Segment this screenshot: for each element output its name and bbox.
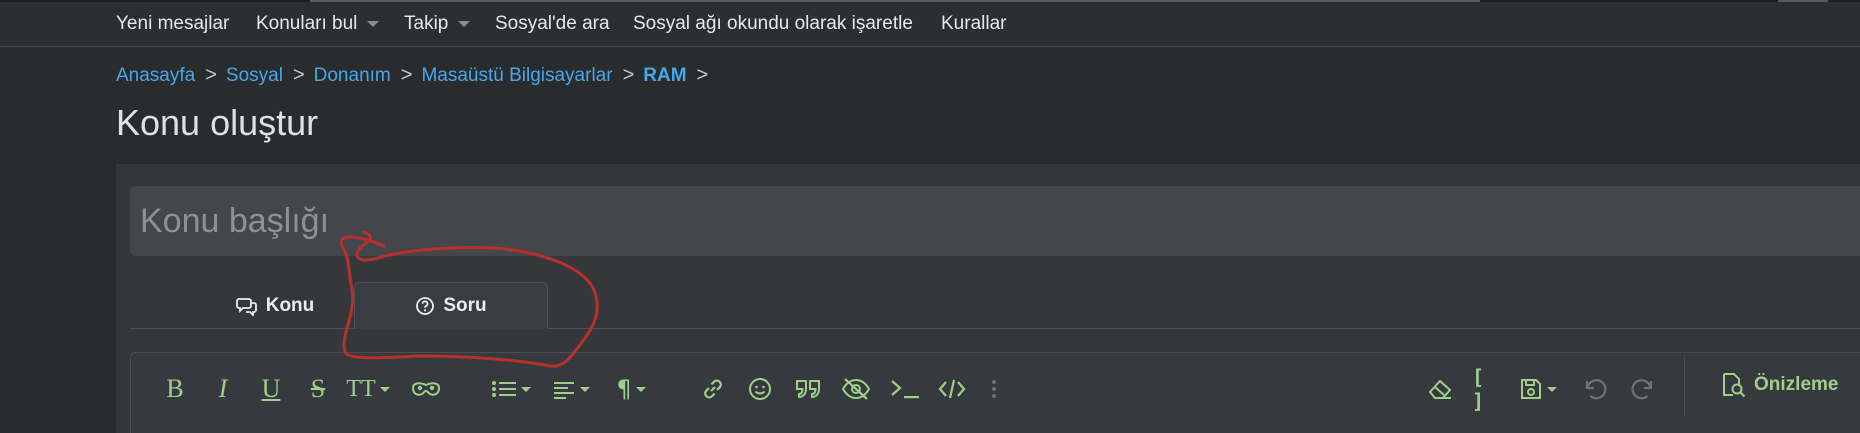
chevron-down-icon	[521, 386, 531, 392]
align-icon	[554, 382, 574, 399]
thread-title-input[interactable]	[130, 186, 1860, 256]
undo-icon	[1585, 379, 1607, 400]
nav-new-messages[interactable]: Yeni mesajlar	[116, 13, 229, 35]
remove-formatting-button[interactable]	[1425, 366, 1455, 412]
quote-icon	[796, 380, 820, 399]
tab-question[interactable]: Soru	[354, 282, 548, 329]
chevron-down-icon	[379, 386, 390, 392]
strikethrough-icon: S	[310, 374, 326, 403]
brackets-icon: [ ]	[1472, 365, 1485, 413]
breadcrumb-ram[interactable]: RAM	[643, 65, 686, 87]
code-button[interactable]	[935, 366, 969, 412]
redo-button[interactable]	[1628, 366, 1658, 412]
chevron-down-icon	[367, 21, 380, 27]
paragraph-icon: ¶	[616, 375, 632, 403]
breadcrumb-hardware[interactable]: Donanım	[314, 65, 391, 87]
underline-button[interactable]: U	[258, 366, 284, 412]
nav-find-threads[interactable]: Konuları bul	[256, 13, 380, 35]
link-button[interactable]	[698, 366, 728, 412]
nav-search-forum[interactable]: Sosyal'de ara	[495, 13, 610, 35]
eraser-icon	[1428, 379, 1452, 399]
chevron-down-icon	[458, 21, 471, 27]
page-title: Konu oluştur	[116, 102, 319, 143]
list-icon	[492, 381, 516, 397]
tab-discussion[interactable]: Konu	[200, 282, 350, 329]
drafts-button[interactable]	[1516, 366, 1560, 412]
inline-code-button[interactable]	[888, 366, 922, 412]
smiley-icon	[749, 378, 771, 400]
code-block-icon	[938, 379, 966, 399]
align-button[interactable]	[548, 366, 594, 412]
sub-nav-bar: Yeni mesajlar Konuları bul Takip Sosyal'…	[0, 2, 1860, 47]
spoiler-button[interactable]	[408, 366, 444, 412]
text-size-icon: TT	[346, 375, 376, 402]
quote-button[interactable]	[793, 366, 823, 412]
redo-icon	[1631, 379, 1653, 400]
link-icon	[704, 379, 722, 399]
bbcode-toggle-button[interactable]: [ ]	[1472, 365, 1502, 413]
preview-button[interactable]: Önizleme	[1720, 372, 1838, 398]
spoiler-mask-icon	[411, 382, 441, 396]
breadcrumb: Anasayfa > Sosyal > Donanım > Masaüstü B…	[116, 64, 709, 87]
code-inline-icon	[891, 380, 919, 399]
text-size-button[interactable]: TT	[345, 366, 391, 412]
undo-button[interactable]	[1580, 366, 1610, 412]
emoji-button[interactable]	[745, 366, 775, 412]
chevron-down-icon	[1547, 386, 1557, 392]
chevron-down-icon	[580, 386, 590, 392]
italic-button[interactable]: I	[210, 366, 236, 412]
bold-icon: B	[166, 374, 184, 403]
strikethrough-button[interactable]: S	[305, 366, 331, 412]
save-draft-icon	[1521, 379, 1541, 399]
more-vertical-icon	[992, 380, 996, 398]
preview-search-icon	[1723, 373, 1746, 398]
hide-eye-icon	[841, 378, 871, 400]
nav-rules[interactable]: Kurallar	[941, 13, 1006, 35]
underline-icon: U	[261, 374, 281, 403]
italic-icon: I	[218, 374, 228, 403]
nav-mark-read[interactable]: Sosyal ağı okundu olarak işaretle	[633, 13, 913, 35]
toolbar-divider	[1684, 355, 1685, 417]
comments-icon	[235, 297, 257, 316]
breadcrumb-home[interactable]: Anasayfa	[116, 65, 195, 87]
question-circle-icon	[416, 296, 435, 315]
breadcrumb-desktop[interactable]: Masaüstü Bilgisayarlar	[421, 65, 612, 87]
chevron-down-icon	[635, 386, 646, 392]
bold-button[interactable]: B	[162, 366, 188, 412]
breadcrumb-social[interactable]: Sosyal	[226, 65, 283, 87]
paragraph-button[interactable]: ¶	[608, 366, 654, 412]
more-options-button[interactable]	[988, 366, 1000, 412]
nav-watched[interactable]: Takip	[404, 13, 471, 35]
hide-button[interactable]	[838, 366, 874, 412]
list-button[interactable]	[488, 366, 534, 412]
